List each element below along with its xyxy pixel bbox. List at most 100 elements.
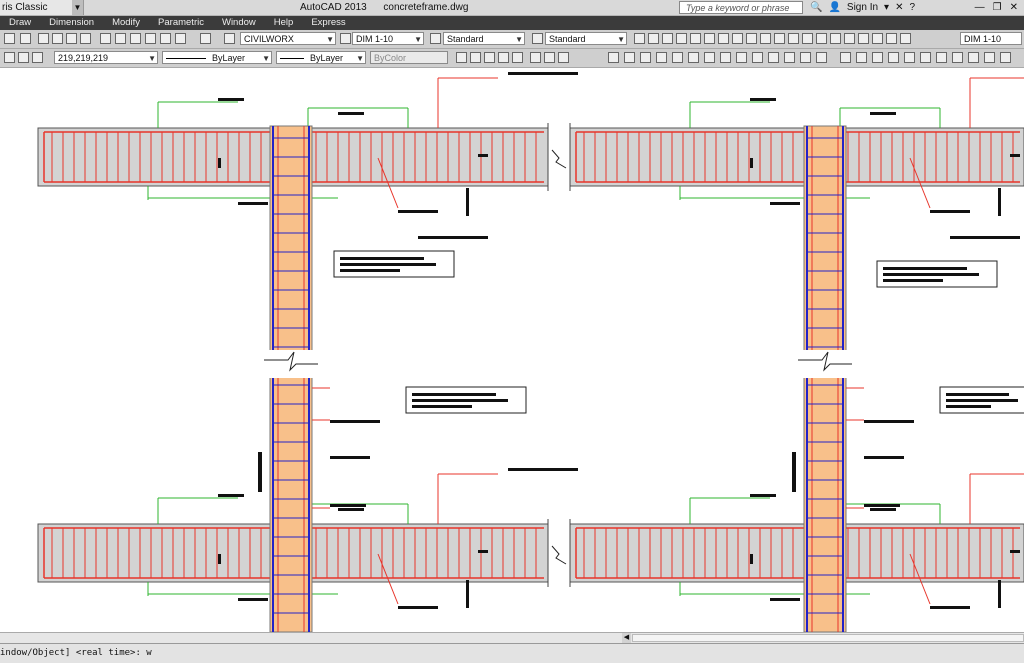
point-icon[interactable] [800, 52, 811, 63]
menu-modify[interactable]: Modify [103, 16, 149, 30]
circle-icon[interactable] [704, 52, 715, 63]
sign-in-button[interactable]: Sign In [847, 0, 878, 15]
dim-break-icon[interactable] [802, 33, 813, 44]
help-icon[interactable]: ? [909, 0, 915, 15]
arc-icon[interactable] [688, 52, 699, 63]
dim-text-edit-icon[interactable] [886, 33, 897, 44]
minimize-icon[interactable]: — [975, 0, 985, 15]
rectangle-icon[interactable] [672, 52, 683, 63]
search-input[interactable]: Type a keyword or phrase [679, 1, 803, 14]
mtext-icon[interactable] [456, 52, 467, 63]
pan-icon[interactable] [38, 33, 49, 44]
inspection-icon[interactable] [844, 33, 855, 44]
chevron-down-icon[interactable]: ▼ [72, 0, 83, 15]
revcloud-icon[interactable] [720, 52, 731, 63]
scale-icon[interactable] [952, 52, 963, 63]
chevron-down-icon[interactable]: ▾ [884, 0, 889, 15]
spell-check-icon[interactable] [512, 52, 523, 63]
find-text-icon[interactable] [498, 52, 509, 63]
radius-dim-icon[interactable] [690, 33, 701, 44]
text-style-select[interactable]: CIVILWORX ▼ [240, 32, 336, 45]
concrete-frame-drawing[interactable] [0, 68, 1024, 632]
scrollbar-thumb[interactable] [632, 634, 1024, 642]
table-style-icon[interactable] [430, 33, 441, 44]
menu-window[interactable]: Window [213, 16, 265, 30]
help-icon[interactable] [200, 33, 211, 44]
zoom-previous-icon[interactable] [80, 33, 91, 44]
tool-palettes-icon[interactable] [130, 33, 141, 44]
extend-icon[interactable] [1000, 52, 1011, 63]
spline-icon[interactable] [736, 52, 747, 63]
mirror-icon[interactable] [872, 52, 883, 63]
trim-icon[interactable] [984, 52, 995, 63]
text-style-icon[interactable] [224, 33, 235, 44]
dim-edit-icon[interactable] [872, 33, 883, 44]
plot-style-select[interactable]: ByColor [370, 51, 448, 64]
copy-icon[interactable] [856, 52, 867, 63]
text-scale-icon[interactable] [530, 52, 541, 63]
calculator-icon[interactable] [175, 33, 186, 44]
single-text-icon[interactable] [470, 52, 481, 63]
tolerance-icon[interactable] [816, 33, 827, 44]
ordinate-dim-icon[interactable] [676, 33, 687, 44]
workspace-selector[interactable]: ris Classic Templa... ▼ [0, 0, 84, 28]
center-mark-icon[interactable] [830, 33, 841, 44]
arc-length-icon[interactable] [662, 33, 673, 44]
aligned-dim-icon[interactable] [648, 33, 659, 44]
redo-icon[interactable] [20, 33, 31, 44]
dim-style-icon[interactable] [340, 33, 351, 44]
line-icon[interactable] [608, 52, 619, 63]
linetype-select[interactable]: ByLayer ▼ [162, 51, 272, 64]
erase-icon[interactable] [840, 52, 851, 63]
baseline-dim-icon[interactable] [760, 33, 771, 44]
rotate-icon[interactable] [936, 52, 947, 63]
zoom-realtime-icon[interactable] [52, 33, 63, 44]
multileader-style-icon[interactable] [532, 33, 543, 44]
menu-dimension[interactable]: Dimension [40, 16, 103, 30]
ellipse-icon[interactable] [752, 52, 763, 63]
scroll-left-icon[interactable]: ◀ [622, 633, 631, 643]
angular-dim-icon[interactable] [732, 33, 743, 44]
menu-express[interactable]: Express [302, 16, 354, 30]
offset-icon[interactable] [888, 52, 899, 63]
multileader-style-select[interactable]: Standard ▼ [545, 32, 627, 45]
dim-style-select[interactable]: DIM 1-10 ▼ [352, 32, 424, 45]
zoom-window-icon[interactable] [66, 33, 77, 44]
lineweight-select[interactable]: ByLayer ▼ [276, 51, 366, 64]
sheet-set-icon[interactable] [145, 33, 156, 44]
stretch-icon[interactable] [968, 52, 979, 63]
menu-help[interactable]: Help [265, 16, 303, 30]
hatch-icon[interactable] [816, 52, 827, 63]
insert-block-icon[interactable] [768, 52, 779, 63]
drawing-canvas[interactable] [0, 68, 1024, 632]
menu-parametric[interactable]: Parametric [149, 16, 213, 30]
properties-icon[interactable] [100, 33, 111, 44]
jogged-dim-icon[interactable] [704, 33, 715, 44]
markup-icon[interactable] [160, 33, 171, 44]
table-style-select[interactable]: Standard ▼ [443, 32, 525, 45]
dim-update-icon[interactable] [900, 33, 911, 44]
layer-state-icon[interactable] [18, 52, 29, 63]
polyline-icon[interactable] [640, 52, 651, 63]
restore-icon[interactable]: ❐ [993, 0, 1002, 15]
justify-text-icon[interactable] [544, 52, 555, 63]
undo-icon[interactable] [4, 33, 15, 44]
linear-dim-icon[interactable] [634, 33, 645, 44]
horizontal-scrollbar[interactable]: ◀ [0, 632, 1024, 643]
array-icon[interactable] [904, 52, 915, 63]
quick-dim-icon[interactable] [746, 33, 757, 44]
design-center-icon[interactable] [115, 33, 126, 44]
binoculars-icon[interactable]: 🔍 [810, 0, 822, 15]
make-block-icon[interactable] [784, 52, 795, 63]
close-icon[interactable]: ✕ [1010, 0, 1018, 15]
diameter-dim-icon[interactable] [718, 33, 729, 44]
edit-text-icon[interactable] [484, 52, 495, 63]
continue-dim-icon[interactable] [774, 33, 785, 44]
command-line[interactable]: indow/Object] <real time>: w [0, 643, 1024, 663]
jogged-linear-icon[interactable] [858, 33, 869, 44]
color-select[interactable]: 219,219,219 ▼ [54, 51, 158, 64]
exchange-icon[interactable]: ✕ [895, 0, 903, 15]
move-icon[interactable] [920, 52, 931, 63]
layer-previous-icon[interactable] [32, 52, 43, 63]
polygon-icon[interactable] [656, 52, 667, 63]
